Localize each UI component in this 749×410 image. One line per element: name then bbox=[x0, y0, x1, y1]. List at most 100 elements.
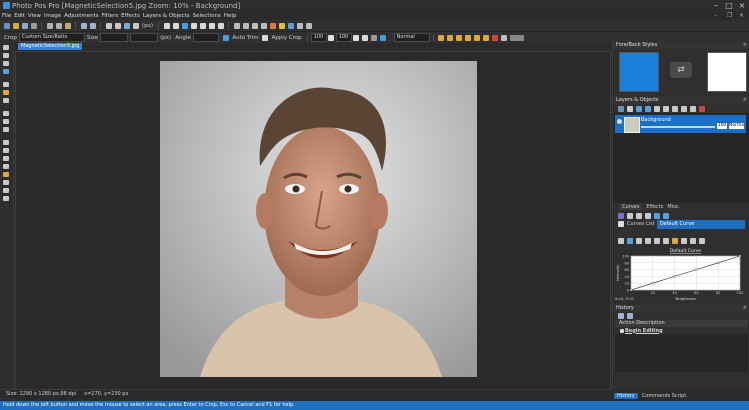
fit-icon[interactable] bbox=[123, 22, 130, 29]
tool-e-icon[interactable] bbox=[474, 34, 481, 41]
tab-commands-script[interactable]: Commands Script bbox=[642, 393, 686, 399]
levels-icon[interactable] bbox=[233, 22, 240, 29]
curves-list-checkbox[interactable] bbox=[617, 221, 624, 227]
effects-icon[interactable] bbox=[287, 22, 294, 29]
tool-b-icon[interactable] bbox=[447, 34, 454, 41]
menu-layers-objects[interactable]: Layers & Objects bbox=[143, 13, 190, 19]
maximize-button[interactable]: □ bbox=[724, 1, 734, 10]
apply-crop-button[interactable]: Apply Crop bbox=[272, 35, 302, 41]
mask-icon[interactable] bbox=[671, 105, 678, 112]
curve-tool-b-icon[interactable] bbox=[626, 238, 633, 244]
merge-icon[interactable] bbox=[653, 105, 660, 112]
curve-tool-d-icon[interactable] bbox=[644, 238, 651, 244]
curve-copy-icon[interactable] bbox=[644, 212, 651, 219]
circle-icon[interactable] bbox=[380, 34, 387, 41]
menu-image[interactable]: Image bbox=[44, 13, 61, 19]
photo-portrait[interactable] bbox=[160, 61, 477, 377]
hand-tool-icon[interactable] bbox=[3, 61, 9, 66]
cut-icon[interactable] bbox=[46, 22, 53, 29]
actual-size-icon[interactable] bbox=[132, 22, 139, 29]
filters-icon[interactable] bbox=[296, 22, 303, 29]
mdi-minimize-icon[interactable]: – bbox=[714, 12, 717, 19]
refresh-icon[interactable] bbox=[181, 22, 188, 29]
text-tool-icon[interactable] bbox=[3, 111, 9, 116]
size-height-input[interactable] bbox=[130, 33, 159, 42]
brush-tool-icon[interactable] bbox=[3, 140, 9, 145]
mdi-restore-icon[interactable]: ❐ bbox=[727, 12, 732, 19]
curve-up-icon[interactable] bbox=[653, 212, 660, 219]
layer-mode-select[interactable]: Norma bbox=[729, 123, 744, 129]
copy-icon[interactable] bbox=[55, 22, 62, 29]
menu-edit[interactable]: Edit bbox=[14, 13, 25, 19]
eraser-tool-icon[interactable] bbox=[3, 156, 9, 161]
selection-mode-icon[interactable] bbox=[510, 34, 525, 41]
delete-icon[interactable] bbox=[492, 34, 499, 41]
menu-adjustments[interactable]: Adjustments bbox=[64, 13, 98, 19]
zoom-unit[interactable]: (px) bbox=[142, 23, 153, 29]
curve-tool-i-icon[interactable] bbox=[689, 238, 696, 244]
document-tab[interactable]: MagneticSelection5.jpg bbox=[18, 43, 83, 50]
menu-effects[interactable]: Effects bbox=[121, 13, 140, 19]
text-icon[interactable] bbox=[305, 22, 312, 29]
auto-trim-button[interactable]: Auto Trim bbox=[232, 35, 258, 41]
clone-tool-icon[interactable] bbox=[3, 164, 9, 169]
new-layer-icon[interactable] bbox=[617, 105, 624, 112]
crop-icon[interactable] bbox=[190, 22, 197, 29]
history-item[interactable]: Begin Editing bbox=[615, 327, 748, 334]
auto-trim-icon[interactable] bbox=[222, 34, 229, 41]
size-width-input[interactable] bbox=[100, 33, 129, 42]
resize-icon[interactable] bbox=[199, 22, 206, 29]
crop-tool-icon[interactable] bbox=[3, 98, 9, 103]
layer-up-icon[interactable] bbox=[635, 105, 642, 112]
curve-tool-e-icon[interactable] bbox=[653, 238, 660, 244]
tool-a-icon[interactable] bbox=[438, 34, 445, 41]
curve-tool-c-icon[interactable] bbox=[635, 238, 642, 244]
texture-icon[interactable] bbox=[371, 34, 378, 41]
magic-wand-icon[interactable] bbox=[3, 69, 9, 74]
background-color-swatch[interactable] bbox=[707, 52, 747, 92]
image-icon[interactable] bbox=[278, 22, 285, 29]
curves-list-select[interactable]: Default Curve bbox=[656, 219, 745, 229]
transform-icon[interactable] bbox=[217, 22, 224, 29]
close-icon[interactable]: × bbox=[743, 97, 747, 104]
open-icon[interactable] bbox=[12, 22, 19, 29]
delete-layer-icon[interactable] bbox=[698, 105, 705, 112]
curve-tool-g-icon[interactable] bbox=[671, 238, 678, 244]
layer-opacity-input[interactable]: 100 bbox=[717, 123, 727, 129]
zoom-out-icon[interactable] bbox=[114, 22, 121, 29]
tab-effects[interactable]: Effects bbox=[646, 204, 663, 210]
curve-tool-a-icon[interactable] bbox=[617, 238, 624, 244]
curve-chart[interactable]: Default Curve 0 20 40 60 80 100 20 40 60 80 100 Brig… bbox=[613, 246, 749, 302]
close-icon[interactable]: × bbox=[743, 305, 747, 312]
layer-row-background[interactable]: Background 100 Norma bbox=[615, 115, 746, 133]
menu-view[interactable]: View bbox=[28, 13, 41, 19]
layer-down-icon[interactable] bbox=[644, 105, 651, 112]
print-icon[interactable] bbox=[30, 22, 37, 29]
options-icon[interactable] bbox=[501, 34, 508, 41]
contrast-icon[interactable] bbox=[251, 22, 258, 29]
color-icon[interactable] bbox=[269, 22, 276, 29]
opacity-a-input[interactable]: 100 bbox=[310, 33, 327, 42]
curve-tool-j-icon[interactable] bbox=[698, 238, 705, 244]
dropper-tool-icon[interactable] bbox=[3, 188, 9, 193]
tool-f-icon[interactable] bbox=[483, 34, 490, 41]
minimize-button[interactable]: – bbox=[711, 1, 721, 10]
paste-icon[interactable] bbox=[64, 22, 71, 29]
tool-d-icon[interactable] bbox=[465, 34, 472, 41]
fx-icon[interactable] bbox=[680, 105, 687, 112]
rotate-icon[interactable] bbox=[163, 22, 170, 29]
menu-file[interactable]: File bbox=[2, 13, 11, 19]
hue-icon[interactable] bbox=[260, 22, 267, 29]
blend-mode-select[interactable]: Normal bbox=[393, 33, 430, 42]
duplicate-layer-icon[interactable] bbox=[626, 105, 633, 112]
curve-down-icon[interactable] bbox=[662, 212, 669, 219]
menu-filters[interactable]: Filters bbox=[102, 13, 119, 19]
redo-icon[interactable] bbox=[89, 22, 96, 29]
zoom-in-icon[interactable] bbox=[105, 22, 112, 29]
curve-tool-h-icon[interactable] bbox=[680, 238, 687, 244]
opacity-b-swatch[interactable] bbox=[353, 34, 360, 41]
apply-crop-icon[interactable] bbox=[262, 34, 269, 41]
opacity-a-swatch[interactable] bbox=[328, 34, 335, 41]
tab-misc[interactable]: Misc. bbox=[667, 204, 680, 210]
undo-icon[interactable] bbox=[80, 22, 87, 29]
